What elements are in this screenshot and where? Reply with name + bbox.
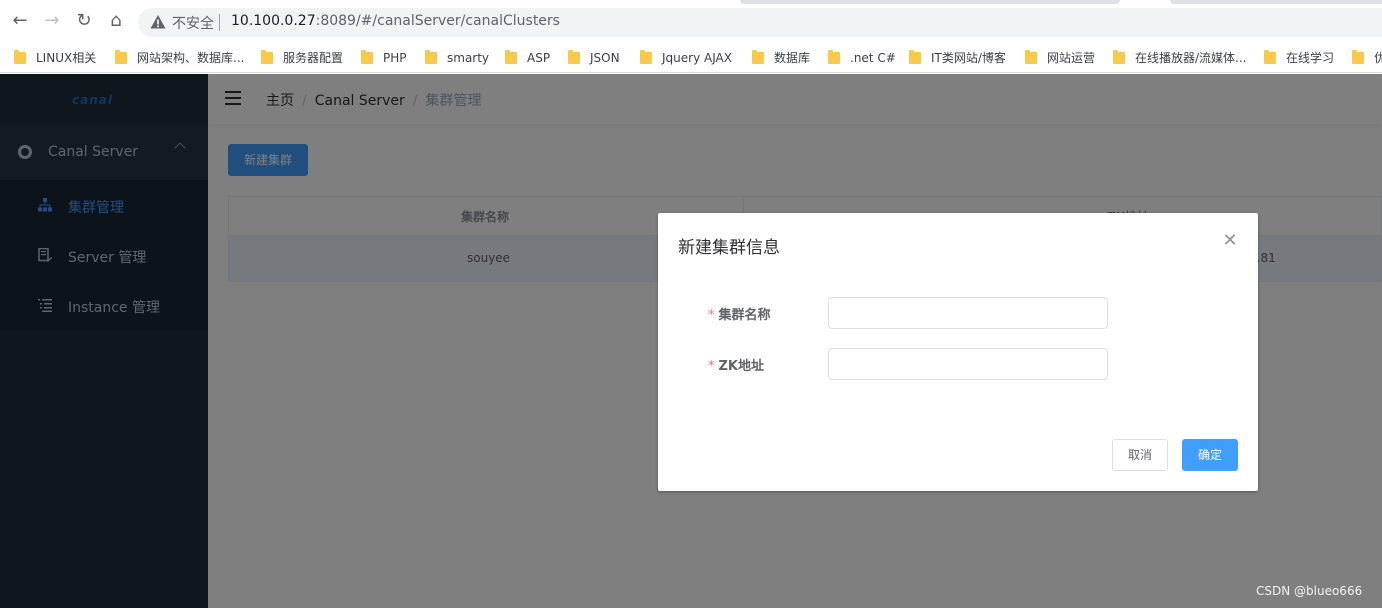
required-star: * — [708, 359, 715, 374]
folder-icon — [828, 50, 840, 64]
folder-icon — [752, 50, 764, 64]
folder-icon — [261, 50, 273, 64]
tab-strip-edge — [740, 0, 1120, 4]
watermark: CSDN @blueo666 — [1256, 584, 1363, 598]
dialog-title: 新建集群信息 — [678, 238, 780, 258]
bookmarks-bar: LINUX相关 网站架构、数据库... 服务器配置 PHP smarty ASP… — [0, 44, 1382, 73]
folder-icon — [505, 50, 517, 64]
url-text[interactable]: 10.100.0.27:8089/#/canalServer/canalClus… — [231, 13, 560, 29]
zk-address-label: * ZK地址 — [708, 355, 764, 374]
folder-icon — [115, 50, 127, 64]
tab-strip-edge — [1170, 0, 1382, 4]
folder-icon — [1264, 50, 1276, 64]
address-bar[interactable]: 不安全 10.100.0.27:8089/#/canalServer/canal… — [138, 8, 1382, 37]
required-star: * — [708, 308, 715, 323]
folder-icon — [425, 50, 437, 64]
field-label-text: ZK地址 — [718, 359, 765, 374]
folder-icon — [1352, 50, 1364, 64]
new-cluster-dialog: 新建集群信息 ✕ * 集群名称 * ZK地址 取消 确定 — [658, 213, 1258, 491]
browser-toolbar: ← → ↻ ⌂ 不安全 10.100.0.27:8089/#/canalServ… — [0, 0, 1382, 44]
back-icon[interactable]: ← — [9, 10, 31, 32]
reload-icon[interactable]: ↻ — [73, 10, 95, 32]
forward-icon[interactable]: → — [41, 10, 63, 32]
folder-icon — [14, 50, 26, 64]
warning-icon[interactable] — [150, 14, 166, 30]
folder-icon — [909, 50, 921, 64]
url-host: 10.100.0.27 — [231, 13, 316, 29]
cancel-button[interactable]: 取消 — [1112, 439, 1168, 471]
cluster-name-input[interactable] — [828, 297, 1108, 329]
home-icon[interactable]: ⌂ — [105, 10, 127, 32]
zk-address-input[interactable] — [828, 348, 1108, 380]
cluster-name-label: * 集群名称 — [708, 304, 771, 323]
folder-icon — [640, 50, 652, 64]
folder-icon — [361, 50, 373, 64]
folder-icon — [568, 50, 580, 64]
confirm-button[interactable]: 确定 — [1182, 439, 1238, 471]
folder-icon — [1113, 50, 1125, 64]
url-path: :8089/#/canalServer/canalClusters — [315, 13, 560, 29]
folder-icon — [1025, 50, 1037, 64]
url-divider — [219, 14, 220, 31]
close-icon[interactable]: ✕ — [1222, 232, 1238, 250]
insecure-label: 不安全 — [172, 16, 214, 32]
field-label-text: 集群名称 — [718, 308, 771, 323]
